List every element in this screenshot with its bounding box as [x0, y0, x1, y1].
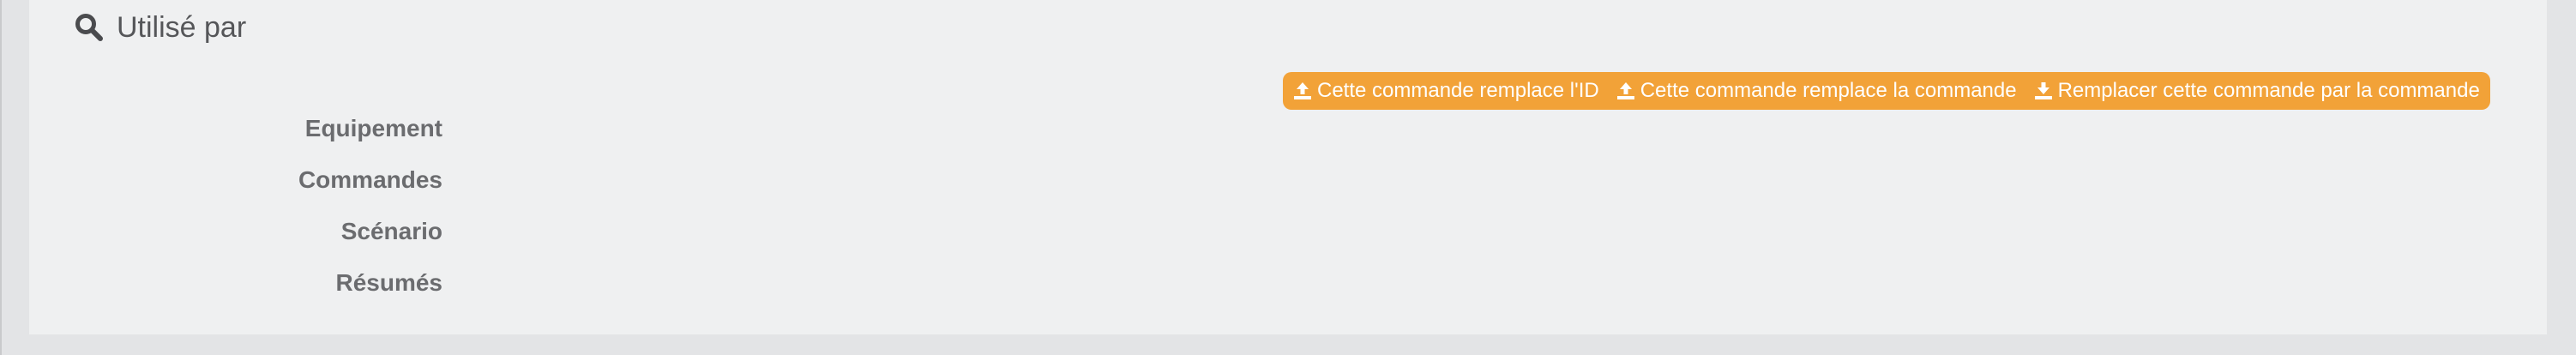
- replace-by-command-label: Remplacer cette commande par la commande: [2057, 79, 2480, 102]
- replace-id-button[interactable]: Cette commande remplace l'ID: [1283, 72, 1608, 110]
- replace-by-command-button[interactable]: Remplacer cette commande par la commande: [2025, 72, 2490, 110]
- search-icon: [74, 12, 105, 43]
- download-icon: [2034, 81, 2053, 100]
- replace-command-label: Cette commande remplace la commande: [1640, 79, 2017, 102]
- panel-title: Utilisé par: [117, 11, 247, 44]
- field-label-scenario: Scénario: [340, 218, 442, 244]
- replace-actions-group: Cette commande remplace l'ID Cette comma…: [1283, 72, 2490, 110]
- field-label-equipement: Equipement: [304, 115, 442, 141]
- replace-command-button[interactable]: Cette commande remplace la commande: [1608, 72, 2025, 110]
- upload-icon: [1616, 81, 1635, 100]
- replace-id-label: Cette commande remplace l'ID: [1317, 79, 1599, 102]
- upload-icon: [1293, 81, 1312, 100]
- left-border: [0, 0, 2, 355]
- field-label-commandes: Commandes: [298, 166, 442, 193]
- field-label-resumes: Résumés: [335, 269, 442, 296]
- panel-header: Utilisé par: [74, 10, 246, 45]
